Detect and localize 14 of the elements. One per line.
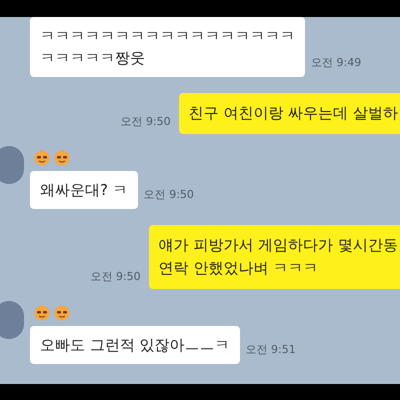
message-bubble: 왜싸운대? ㅋ [30,171,138,209]
message-bubble: 얘가 피방가서 게임하다가 몇시간동 연락 안했었나벼 ㅋㅋㅋ [148,225,400,289]
message-bubble: ㅋㅋㅋㅋㅋㅋㅋㅋㅋㅋㅋㅋㅋㅋㅋㅋㅋ ㅋㅋㅋㅋㅋ짱웃 [30,17,305,77]
message-bubble: 오빠도 그런적 있잖아ㅡㅡㅋ [30,326,240,364]
message-time: 오전 9:51 [246,343,296,356]
smiley-face-icon [54,305,70,321]
message-time: 오전 9:50 [90,270,141,283]
message-time: 오전 9:50 [120,115,171,128]
message-time: 오전 9:50 [144,188,194,201]
smiley-face-icon [54,150,70,166]
smiley-face-icon [34,305,50,321]
smiley-face-icon [34,150,50,166]
message-bubble: 친구 여친이랑 싸우는데 살벌하 [178,93,400,134]
message-time: 오전 9:49 [311,56,362,69]
